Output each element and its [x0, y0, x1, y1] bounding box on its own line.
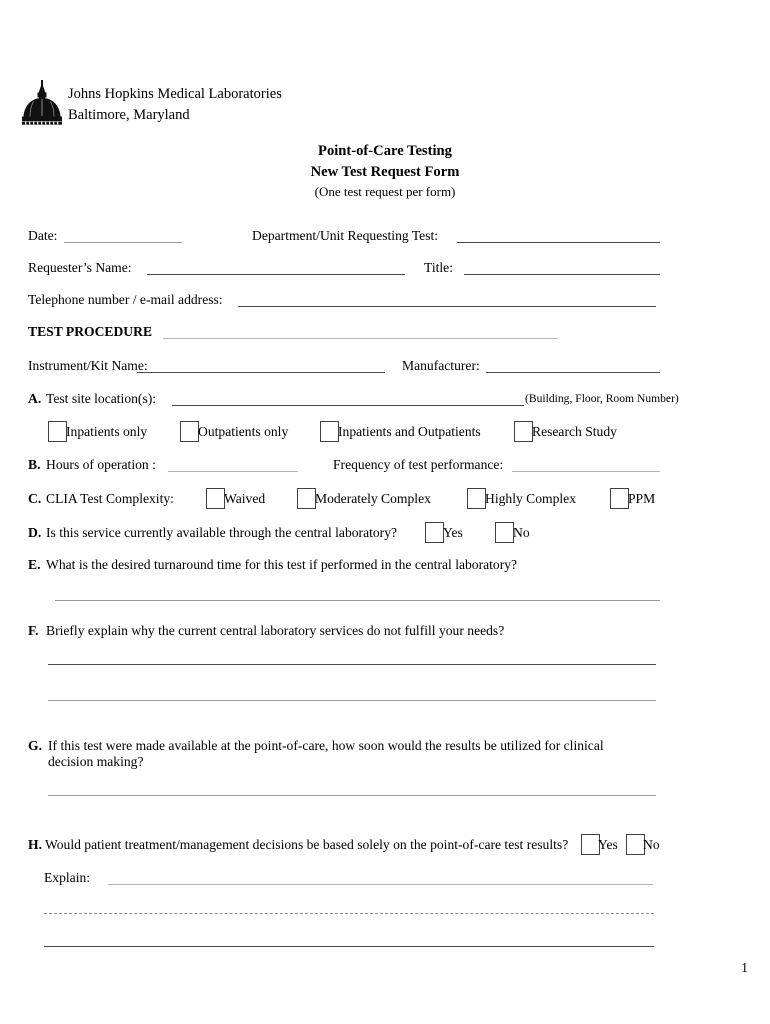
- section-a-hint: (Building, Floor, Room Number): [525, 392, 679, 405]
- label-h-yes: Yes: [598, 837, 618, 852]
- instrument-kit-label: Instrument/Kit Name:: [28, 358, 148, 373]
- checkbox-outpatients-only[interactable]: [180, 421, 199, 442]
- explain-line-2[interactable]: [44, 913, 654, 914]
- label-research-study: Research Study: [532, 424, 617, 439]
- checkbox-inpatients-only[interactable]: [48, 421, 67, 442]
- organization-block: Johns Hopkins Medical Laboratories Balti…: [68, 84, 282, 125]
- section-a-input[interactable]: [172, 405, 524, 406]
- requester-label: Requester’s Name:: [28, 260, 132, 275]
- requester-input[interactable]: [147, 274, 405, 275]
- label-inpatients-only: Inpatients only: [66, 424, 148, 439]
- section-c-letter-text: C.: [28, 491, 42, 506]
- label-highly-complex: Highly Complex: [485, 491, 577, 506]
- section-a-letter-text: A.: [28, 391, 42, 406]
- section-g-answer-line-1[interactable]: [48, 795, 656, 796]
- section-b-letter-text: B.: [28, 457, 41, 472]
- section-h-label: Would patient treatment/management decis…: [45, 837, 569, 852]
- checkbox-research-study[interactable]: [514, 421, 533, 442]
- section-e-label: What is the desired turnaround time for …: [46, 557, 518, 572]
- title-input[interactable]: [464, 274, 660, 275]
- manufacturer-input[interactable]: [486, 372, 660, 373]
- section-a-label: Test site location(s):: [46, 391, 157, 406]
- title-line-1: Point-of-Care Testing: [318, 143, 452, 159]
- organization-name: Johns Hopkins Medical Laboratories: [68, 86, 282, 102]
- section-g-label-line-1: If this test were made available at the …: [48, 738, 604, 753]
- date-label: Date:: [28, 228, 58, 243]
- checkbox-d-no[interactable]: [495, 522, 514, 543]
- organization-city: Baltimore, Maryland: [68, 106, 190, 123]
- section-a-letter: A.: [28, 391, 41, 407]
- checkbox-waived[interactable]: [206, 488, 225, 509]
- section-b-letter: B.: [28, 457, 40, 473]
- section-b-hours-input[interactable]: [168, 471, 298, 472]
- section-c-letter: C.: [28, 491, 41, 507]
- checkbox-highly-complex[interactable]: [467, 488, 486, 509]
- johns-hopkins-dome-icon: [20, 80, 64, 126]
- label-ppm: PPM: [628, 491, 656, 506]
- label-outpatients-only: Outpatients only: [198, 424, 289, 439]
- explain-line-3[interactable]: [44, 946, 654, 947]
- form-page: Johns Hopkins Medical Laboratories Balti…: [0, 0, 770, 1024]
- section-e-letter: E.: [28, 557, 40, 573]
- department-input[interactable]: [457, 242, 660, 243]
- phone-email-label: Telephone number / e-mail address:: [28, 292, 223, 307]
- checkbox-ppm[interactable]: [610, 488, 629, 509]
- section-b-frequency-label: Frequency of test performance:: [333, 457, 504, 472]
- section-f-answer-line-2[interactable]: [48, 700, 656, 701]
- label-waived: Waived: [224, 491, 266, 506]
- section-g-letter-text: G.: [28, 738, 42, 753]
- section-g-label-line-2: decision making?: [48, 754, 144, 769]
- department-label: Department/Unit Requesting Test:: [252, 228, 439, 243]
- manufacturer-label: Manufacturer:: [402, 358, 480, 373]
- label-inpatients-and-outpatients: Inpatients and Outpatients: [338, 424, 481, 439]
- instrument-kit-input[interactable]: [137, 372, 385, 373]
- section-f-answer-line-1[interactable]: [48, 664, 656, 665]
- explain-label: Explain:: [44, 870, 91, 885]
- title-line-2: New Test Request Form: [310, 164, 460, 181]
- title-subtitle: (One test request per form): [314, 184, 456, 200]
- label-moderately-complex: Moderately Complex: [315, 491, 431, 506]
- test-procedure-label: TEST PROCEDURE: [28, 324, 153, 339]
- section-h-letter-text: H.: [28, 837, 42, 852]
- section-b-label: Hours of operation :: [46, 457, 156, 472]
- page-number: 1: [741, 960, 748, 975]
- section-h-letter: H.: [28, 837, 42, 853]
- checkbox-moderately-complex[interactable]: [297, 488, 316, 509]
- test-procedure-colon: :: [148, 324, 152, 339]
- explain-line-1[interactable]: [108, 884, 653, 885]
- title-label: Title:: [424, 260, 453, 275]
- section-d-label: Is this service currently available thro…: [46, 525, 398, 540]
- section-c-label: CLIA Test Complexity:: [46, 491, 174, 506]
- test-procedure-input[interactable]: [163, 338, 558, 339]
- label-d-yes: Yes: [443, 525, 463, 540]
- section-d-letter: D.: [28, 525, 41, 541]
- label-d-no: No: [513, 525, 530, 540]
- section-d-letter-text: D.: [28, 525, 42, 540]
- document-title: Point-of-Care Testing New Test Request F…: [0, 141, 770, 202]
- section-f-letter-text: F.: [28, 623, 39, 638]
- date-input[interactable]: [64, 242, 182, 243]
- phone-email-input[interactable]: [238, 306, 656, 307]
- checkbox-inpatients-and-outpatients[interactable]: [320, 421, 339, 442]
- section-b-frequency-input[interactable]: [512, 471, 660, 472]
- section-e-answer-line-1[interactable]: [55, 600, 660, 601]
- section-g-letter: G.: [28, 738, 42, 754]
- document-header: Johns Hopkins Medical Laboratories Balti…: [20, 78, 440, 130]
- label-h-no: No: [643, 837, 660, 852]
- section-f-label: Briefly explain why the current central …: [46, 623, 505, 638]
- section-f-letter: F.: [28, 623, 38, 639]
- section-e-letter-text: E.: [28, 557, 41, 572]
- checkbox-d-yes[interactable]: [425, 522, 444, 543]
